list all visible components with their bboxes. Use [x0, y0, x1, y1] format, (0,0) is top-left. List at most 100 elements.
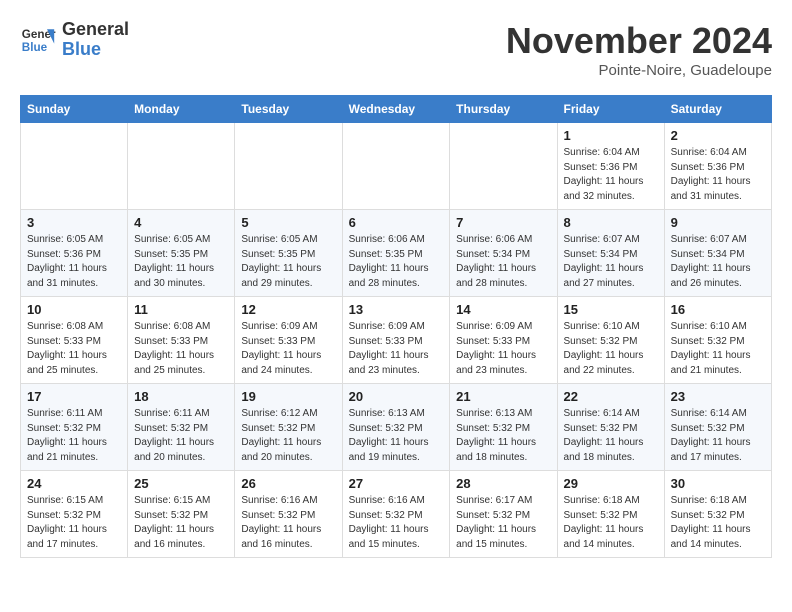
- day-number: 20: [349, 389, 444, 404]
- day-number: 25: [134, 476, 228, 491]
- calendar-cell: [128, 123, 235, 210]
- day-number: 4: [134, 215, 228, 230]
- calendar-cell: 18 Sunrise: 6:11 AM Sunset: 5:32 PM Dayli…: [128, 384, 235, 471]
- calendar-table: SundayMondayTuesdayWednesdayThursdayFrid…: [20, 95, 772, 558]
- day-info: Sunrise: 6:08 AM Sunset: 5:33 PM Dayligh…: [134, 320, 228, 378]
- day-number: 5: [241, 215, 335, 230]
- calendar-cell: 7Sunrise: 6:06 AM Sunset: 5:34 PM Daylig…: [450, 210, 557, 297]
- calendar-cell: 14 Sunrise: 6:09 AM Sunset: 5:33 PM Dayli…: [450, 297, 557, 384]
- calendar-cell: 1 Sunrise: 6:04 AM Sunset: 5:36 PM Daylig…: [557, 123, 664, 210]
- calendar-cell: 30 Sunrise: 6:18 AM Sunset: 5:32 PM Dayli…: [664, 471, 771, 558]
- calendar-cell: [450, 123, 557, 210]
- day-number: 28: [456, 476, 550, 491]
- weekday-header-saturday: Saturday: [664, 96, 771, 123]
- day-number: 11: [134, 302, 228, 317]
- day-number: 14: [456, 302, 550, 317]
- calendar-cell: 28 Sunrise: 6:17 AM Sunset: 5:32 PM Dayli…: [450, 471, 557, 558]
- day-info: Sunrise: 6:11 AM Sunset: 5:32 PM Dayligh…: [134, 407, 228, 465]
- calendar-cell: 24Sunrise: 6:15 AM Sunset: 5:32 PM Dayli…: [21, 471, 128, 558]
- day-info: Sunrise: 6:13 AM Sunset: 5:32 PM Dayligh…: [456, 407, 550, 465]
- day-number: 18: [134, 389, 228, 404]
- weekday-header-friday: Friday: [557, 96, 664, 123]
- calendar-cell: 22Sunrise: 6:14 AM Sunset: 5:32 PM Dayli…: [557, 384, 664, 471]
- month-title: November 2024: [506, 20, 772, 62]
- calendar-cell: 5 Sunrise: 6:05 AM Sunset: 5:35 PM Daylig…: [235, 210, 342, 297]
- day-number: 13: [349, 302, 444, 317]
- day-number: 23: [671, 389, 765, 404]
- calendar-cell: 21 Sunrise: 6:13 AM Sunset: 5:32 PM Dayli…: [450, 384, 557, 471]
- day-info: Sunrise: 6:15 AM Sunset: 5:32 PM Dayligh…: [27, 494, 121, 552]
- calendar-cell: 12 Sunrise: 6:09 AM Sunset: 5:33 PM Dayli…: [235, 297, 342, 384]
- logo-text: General Blue: [62, 20, 129, 60]
- day-info: Sunrise: 6:10 AM Sunset: 5:32 PM Dayligh…: [671, 320, 765, 378]
- day-number: 2: [671, 128, 765, 143]
- week-row-1: 1 Sunrise: 6:04 AM Sunset: 5:36 PM Daylig…: [21, 123, 772, 210]
- day-number: 21: [456, 389, 550, 404]
- day-info: Sunrise: 6:08 AM Sunset: 5:33 PM Dayligh…: [27, 320, 121, 378]
- day-info: Sunrise: 6:18 AM Sunset: 5:32 PM Dayligh…: [671, 494, 765, 552]
- week-row-4: 17 Sunrise: 6:11 AM Sunset: 5:32 PM Dayli…: [21, 384, 772, 471]
- calendar-cell: 4Sunrise: 6:05 AM Sunset: 5:35 PM Daylig…: [128, 210, 235, 297]
- day-number: 10: [27, 302, 121, 317]
- weekday-header-monday: Monday: [128, 96, 235, 123]
- day-number: 15: [564, 302, 658, 317]
- day-info: Sunrise: 6:06 AM Sunset: 5:35 PM Dayligh…: [349, 233, 444, 291]
- day-info: Sunrise: 6:18 AM Sunset: 5:32 PM Dayligh…: [564, 494, 658, 552]
- day-number: 9: [671, 215, 765, 230]
- calendar-cell: [21, 123, 128, 210]
- calendar-cell: 19 Sunrise: 6:12 AM Sunset: 5:32 PM Dayli…: [235, 384, 342, 471]
- calendar-cell: 11 Sunrise: 6:08 AM Sunset: 5:33 PM Dayli…: [128, 297, 235, 384]
- day-number: 6: [349, 215, 444, 230]
- day-number: 26: [241, 476, 335, 491]
- day-info: Sunrise: 6:09 AM Sunset: 5:33 PM Dayligh…: [349, 320, 444, 378]
- weekday-header-tuesday: Tuesday: [235, 96, 342, 123]
- calendar-cell: 3Sunrise: 6:05 AM Sunset: 5:36 PM Daylig…: [21, 210, 128, 297]
- day-number: 7: [456, 215, 550, 230]
- day-info: Sunrise: 6:04 AM Sunset: 5:36 PM Dayligh…: [671, 146, 765, 204]
- calendar-cell: [235, 123, 342, 210]
- calendar-cell: 26Sunrise: 6:16 AM Sunset: 5:32 PM Dayli…: [235, 471, 342, 558]
- logo-blue: Blue: [62, 39, 101, 59]
- day-info: Sunrise: 6:09 AM Sunset: 5:33 PM Dayligh…: [456, 320, 550, 378]
- day-info: Sunrise: 6:09 AM Sunset: 5:33 PM Dayligh…: [241, 320, 335, 378]
- calendar-cell: 15 Sunrise: 6:10 AM Sunset: 5:32 PM Dayli…: [557, 297, 664, 384]
- day-info: Sunrise: 6:05 AM Sunset: 5:35 PM Dayligh…: [241, 233, 335, 291]
- day-info: Sunrise: 6:13 AM Sunset: 5:32 PM Dayligh…: [349, 407, 444, 465]
- calendar-cell: [342, 123, 450, 210]
- week-row-3: 10 Sunrise: 6:08 AM Sunset: 5:33 PM Dayli…: [21, 297, 772, 384]
- day-info: Sunrise: 6:05 AM Sunset: 5:36 PM Dayligh…: [27, 233, 121, 291]
- day-number: 27: [349, 476, 444, 491]
- calendar-cell: 8Sunrise: 6:07 AM Sunset: 5:34 PM Daylig…: [557, 210, 664, 297]
- day-number: 29: [564, 476, 658, 491]
- day-info: Sunrise: 6:07 AM Sunset: 5:34 PM Dayligh…: [564, 233, 658, 291]
- calendar-cell: 10 Sunrise: 6:08 AM Sunset: 5:33 PM Dayli…: [21, 297, 128, 384]
- weekday-header-row: SundayMondayTuesdayWednesdayThursdayFrid…: [21, 96, 772, 123]
- day-info: Sunrise: 6:07 AM Sunset: 5:34 PM Dayligh…: [671, 233, 765, 291]
- calendar-cell: 29 Sunrise: 6:18 AM Sunset: 5:32 PM Dayli…: [557, 471, 664, 558]
- day-number: 17: [27, 389, 121, 404]
- day-info: Sunrise: 6:04 AM Sunset: 5:36 PM Dayligh…: [564, 146, 658, 204]
- calendar-cell: 9 Sunrise: 6:07 AM Sunset: 5:34 PM Daylig…: [664, 210, 771, 297]
- day-number: 16: [671, 302, 765, 317]
- day-info: Sunrise: 6:10 AM Sunset: 5:32 PM Dayligh…: [564, 320, 658, 378]
- logo: General Blue General Blue: [20, 20, 129, 60]
- day-number: 22: [564, 389, 658, 404]
- day-number: 1: [564, 128, 658, 143]
- day-number: 30: [671, 476, 765, 491]
- week-row-5: 24Sunrise: 6:15 AM Sunset: 5:32 PM Dayli…: [21, 471, 772, 558]
- calendar-cell: 23Sunrise: 6:14 AM Sunset: 5:32 PM Dayli…: [664, 384, 771, 471]
- calendar-cell: 2 Sunrise: 6:04 AM Sunset: 5:36 PM Daylig…: [664, 123, 771, 210]
- day-info: Sunrise: 6:11 AM Sunset: 5:32 PM Dayligh…: [27, 407, 121, 465]
- day-info: Sunrise: 6:15 AM Sunset: 5:32 PM Dayligh…: [134, 494, 228, 552]
- day-info: Sunrise: 6:17 AM Sunset: 5:32 PM Dayligh…: [456, 494, 550, 552]
- calendar-cell: 27Sunrise: 6:16 AM Sunset: 5:32 PM Dayli…: [342, 471, 450, 558]
- weekday-header-wednesday: Wednesday: [342, 96, 450, 123]
- calendar-cell: 25 Sunrise: 6:15 AM Sunset: 5:32 PM Dayli…: [128, 471, 235, 558]
- calendar-cell: 20 Sunrise: 6:13 AM Sunset: 5:32 PM Dayli…: [342, 384, 450, 471]
- weekday-header-thursday: Thursday: [450, 96, 557, 123]
- calendar-cell: 6 Sunrise: 6:06 AM Sunset: 5:35 PM Daylig…: [342, 210, 450, 297]
- calendar-cell: 13 Sunrise: 6:09 AM Sunset: 5:33 PM Dayli…: [342, 297, 450, 384]
- day-number: 12: [241, 302, 335, 317]
- day-number: 19: [241, 389, 335, 404]
- day-info: Sunrise: 6:12 AM Sunset: 5:32 PM Dayligh…: [241, 407, 335, 465]
